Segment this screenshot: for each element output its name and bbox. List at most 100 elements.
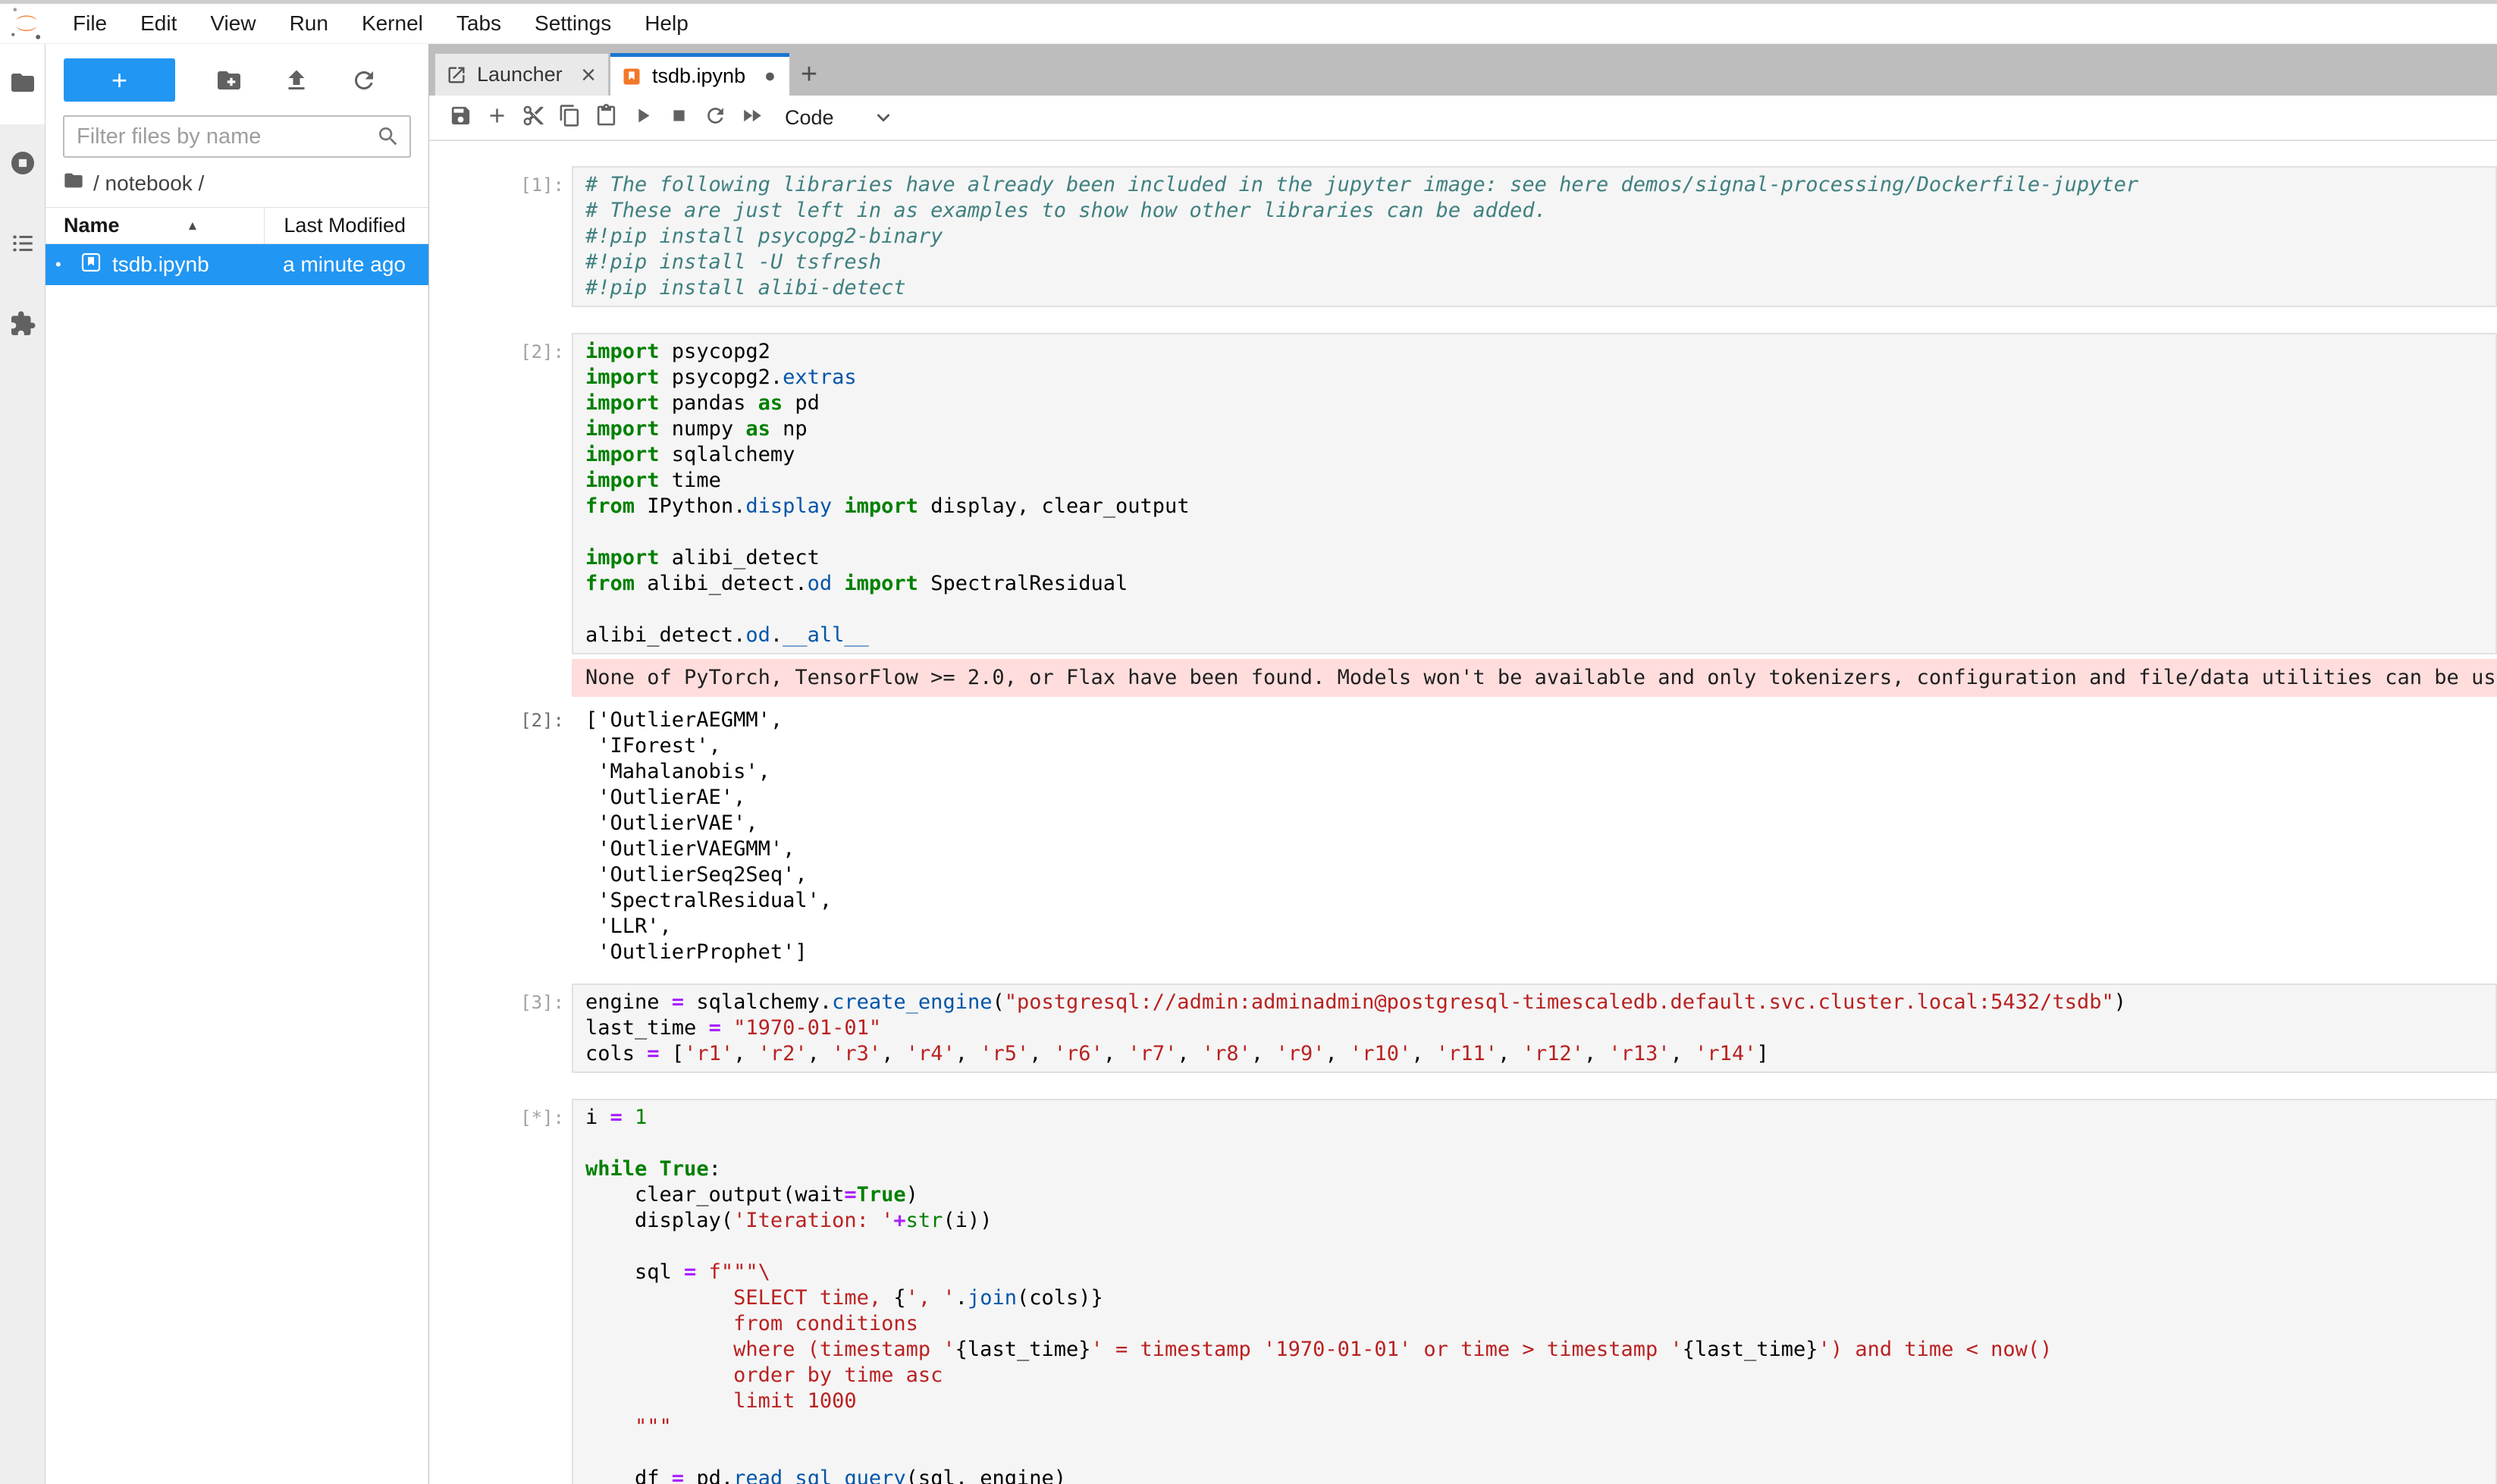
- code-line: last_time = "1970-01-01": [585, 1015, 2495, 1041]
- menu-item-settings[interactable]: Settings: [518, 4, 628, 43]
- code-line: from conditions: [585, 1311, 2495, 1337]
- execution-count: [3]:: [513, 984, 564, 1073]
- new-folder-button[interactable]: [215, 67, 243, 94]
- new-launcher-button[interactable]: +: [64, 58, 175, 102]
- search-icon: [376, 124, 400, 149]
- code-line: [585, 597, 2495, 623]
- sidebar-tab-extensions[interactable]: [0, 285, 45, 366]
- code-line: #!pip install psycopg2-binary: [585, 224, 2495, 249]
- tab-launcher[interactable]: Launcher ×: [434, 53, 609, 96]
- notebook-content: [1]:# The following libraries have alrea…: [429, 141, 2497, 1484]
- column-header-last-modified[interactable]: Last Modified: [264, 208, 428, 243]
- cell-editor[interactable]: i = 1while True: clear_output(wait=True)…: [572, 1099, 2497, 1484]
- restart-run-all-button[interactable]: [736, 102, 767, 133]
- menu-item-help[interactable]: Help: [628, 4, 705, 43]
- code-cell: [2]:import psycopg2import psycopg2.extra…: [513, 333, 2497, 654]
- code-line: [585, 519, 2495, 545]
- code-line: [585, 1440, 2495, 1466]
- filter-files-box: [63, 115, 411, 158]
- cell-editor[interactable]: # The following libraries have already b…: [572, 166, 2497, 307]
- code-line: [585, 1131, 2495, 1156]
- filter-files-input[interactable]: [64, 117, 409, 156]
- execution-count: [2]:: [513, 333, 564, 654]
- stop-icon: [667, 104, 691, 131]
- restart-kernel-button[interactable]: [700, 102, 730, 133]
- cell-editor[interactable]: import psycopg2import psycopg2.extras imp…: [572, 333, 2497, 654]
- menu-item-file[interactable]: File: [56, 4, 124, 43]
- folder-icon: [9, 69, 36, 100]
- breadcrumb-path: / notebook /: [93, 171, 204, 196]
- running-dot-icon: •: [45, 255, 80, 275]
- tab-label: Launcher: [477, 63, 563, 86]
- code-cell: [3]:engine = sqlalchemy.create_engine("p…: [513, 984, 2497, 1073]
- main-dock-area: Launcher × tsdb.ipynb ● + Code [1]:# The…: [429, 44, 2497, 1484]
- code-line: alibi_detect.od.__all__: [585, 623, 2495, 648]
- output-line: 'OutlierVAE',: [585, 811, 2497, 836]
- sidebar-tab-running-kernels[interactable]: [0, 124, 45, 205]
- refresh-button[interactable]: [350, 67, 378, 94]
- code-line: limit 1000: [585, 1388, 2495, 1414]
- upload-button[interactable]: [283, 67, 310, 94]
- cell-editor[interactable]: engine = sqlalchemy.create_engine("postg…: [572, 984, 2497, 1073]
- file-modified: a minute ago: [283, 253, 428, 277]
- code-line: """: [585, 1414, 2495, 1440]
- breadcrumb[interactable]: / notebook /: [45, 170, 428, 196]
- file-row[interactable]: • tsdb.ipynba minute ago: [45, 244, 428, 285]
- code-line: import psycopg2.extras: [585, 365, 2495, 391]
- toc-icon: [9, 230, 36, 261]
- code-line: # These are just left in as examples to …: [585, 198, 2495, 224]
- file-list-header: Name ▲ Last Modified: [45, 207, 428, 244]
- unsaved-changes-dot-icon[interactable]: ●: [764, 65, 776, 87]
- code-cell: [*]:i = 1while True: clear_output(wait=T…: [513, 1099, 2497, 1484]
- code-line: import alibi_detect: [585, 545, 2495, 571]
- output-line: 'SpectralResidual',: [585, 888, 2497, 914]
- code-line: import sqlalchemy: [585, 442, 2495, 468]
- output-line: ['OutlierAEGMM',: [585, 707, 2497, 733]
- file-name: tsdb.ipynb: [112, 253, 283, 277]
- tab-tsdb-notebook[interactable]: tsdb.ipynb ●: [610, 53, 789, 96]
- run-cell-button[interactable]: [627, 102, 657, 133]
- chevron-down-icon[interactable]: [870, 105, 896, 130]
- copy-cells-button[interactable]: [554, 102, 585, 133]
- cell-type-select[interactable]: Code: [785, 106, 834, 130]
- code-line: SELECT time, {', '.join(cols)}: [585, 1285, 2495, 1311]
- code-line: order by time asc: [585, 1363, 2495, 1388]
- file-browser-panel: + / notebook / Name ▲ Last Modified •: [45, 44, 429, 1484]
- menu-item-kernel[interactable]: Kernel: [345, 4, 440, 43]
- paste-cells-button[interactable]: [591, 102, 621, 133]
- puzzle-icon: [9, 310, 36, 341]
- code-line: #!pip install -U tsfresh: [585, 249, 2495, 275]
- menu-item-run[interactable]: Run: [273, 4, 345, 43]
- notebook-white-icon: [80, 251, 102, 279]
- insert-cell-button[interactable]: [482, 102, 512, 133]
- menu-items: FileEditViewRunKernelTabsSettingsHelp: [56, 4, 705, 43]
- menu-item-view[interactable]: View: [193, 4, 272, 43]
- execution-count: [1]:: [513, 166, 564, 307]
- save-button[interactable]: [445, 102, 475, 133]
- launcher-icon: [446, 64, 467, 86]
- cut-cells-button[interactable]: [518, 102, 548, 133]
- execution-count: [*]:: [513, 1099, 564, 1484]
- new-tab-button[interactable]: +: [789, 53, 829, 96]
- save-icon: [449, 104, 472, 131]
- folder-icon: [63, 170, 93, 196]
- output-line: 'OutlierProphet']: [585, 940, 2497, 965]
- column-header-name[interactable]: Name ▲: [45, 214, 264, 237]
- menu-bar: FileEditViewRunKernelTabsSettingsHelp: [0, 4, 2497, 44]
- code-line: import psycopg2: [585, 339, 2495, 365]
- tab-label: tsdb.ipynb: [652, 64, 745, 88]
- add-icon: [485, 104, 509, 131]
- menu-item-edit[interactable]: Edit: [124, 4, 193, 43]
- close-icon[interactable]: ×: [581, 64, 596, 86]
- interrupt-kernel-button[interactable]: [663, 102, 694, 133]
- sidebar-tab-table-of-contents[interactable]: [0, 205, 45, 285]
- running-icon: [9, 149, 36, 180]
- code-line: from alibi_detect.od import SpectralResi…: [585, 571, 2495, 597]
- code-line: df = pd.read_sql_query(sql, engine): [585, 1466, 2495, 1484]
- tab-bar: Launcher × tsdb.ipynb ● +: [429, 44, 2497, 96]
- menu-item-tabs[interactable]: Tabs: [440, 4, 518, 43]
- output-line: 'OutlierSeq2Seq',: [585, 862, 2497, 888]
- copy-icon: [558, 104, 582, 131]
- sidebar-tab-file-browser[interactable]: [0, 44, 45, 124]
- code-line: from IPython.display import display, cle…: [585, 494, 2495, 519]
